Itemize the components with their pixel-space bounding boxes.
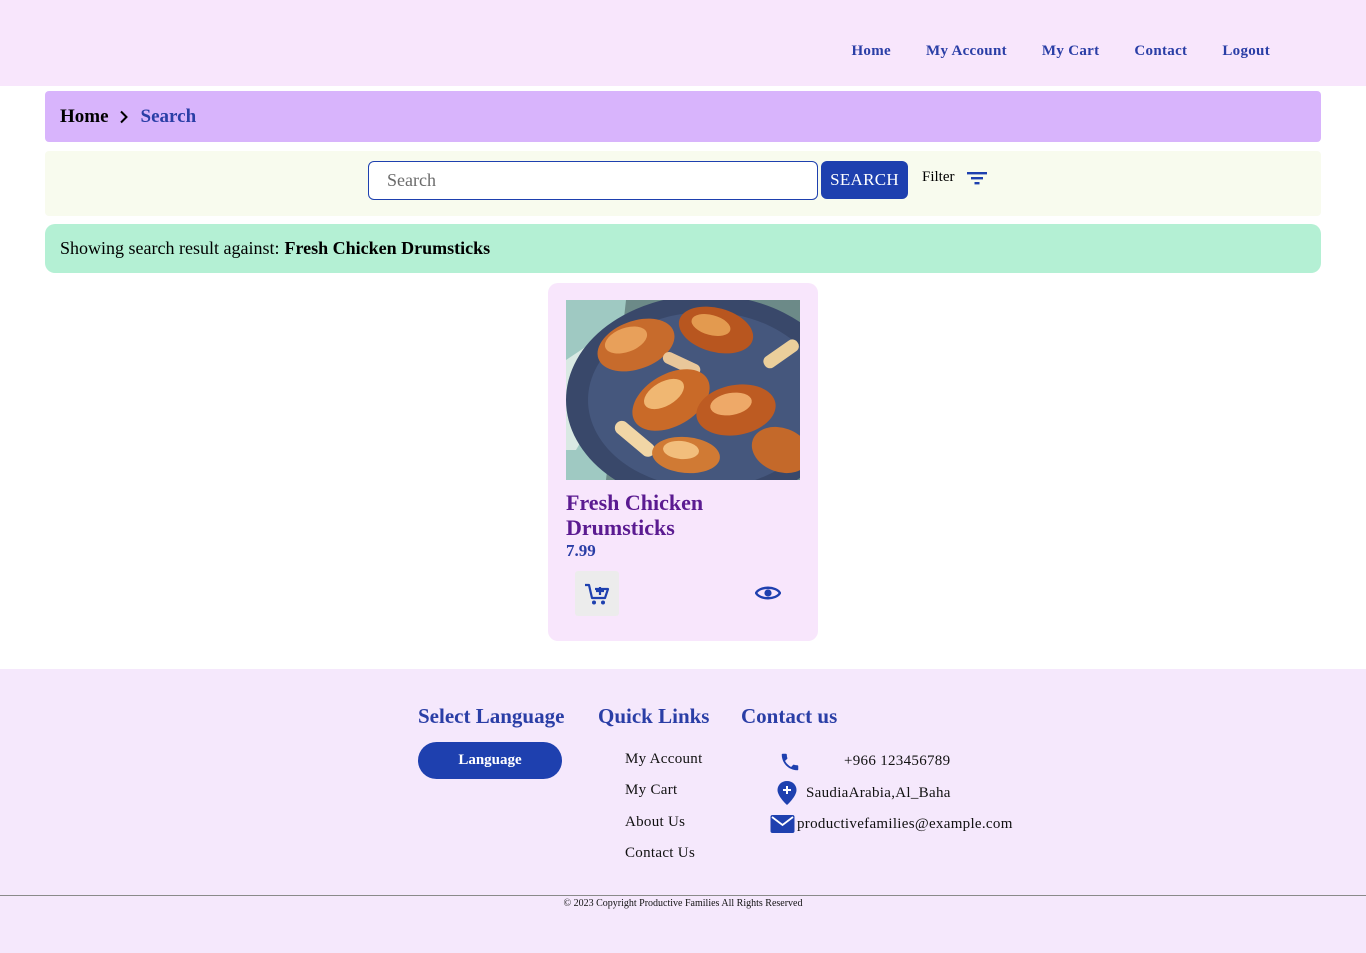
search-input[interactable] [368, 161, 818, 200]
nav-home-link[interactable]: Home [851, 43, 891, 60]
breadcrumb: Home Search [45, 91, 1321, 142]
add-to-cart-button[interactable] [575, 571, 619, 616]
result-query: Fresh Chicken Drumsticks [284, 238, 491, 258]
main-nav: Home My Account My Cart Contact Logout [816, 43, 1270, 60]
contact-phone: +966 123456789 [844, 753, 951, 769]
filter-label: Filter [922, 169, 955, 185]
search-panel: SEARCH Filter [45, 151, 1321, 216]
contact-email[interactable]: productivefamilies@example.com [797, 816, 1013, 833]
filter-icon [966, 171, 987, 184]
nav-logout-link[interactable]: Logout [1222, 43, 1270, 60]
nav-my-account-link[interactable]: My Account [926, 43, 1007, 60]
footer-link-my-cart[interactable]: My Cart [625, 782, 678, 799]
contact-us-heading: Contact us [741, 704, 838, 728]
language-button[interactable]: Language [418, 742, 562, 779]
search-result-banner: Showing search result against: Fresh Chi… [45, 224, 1321, 273]
select-language-heading: Select Language [418, 704, 565, 728]
breadcrumb-home-link[interactable]: Home [60, 106, 109, 128]
product-title[interactable]: Fresh Chicken Drumsticks [566, 490, 796, 540]
add-to-cart-icon [585, 583, 610, 604]
footer-link-about-us[interactable]: About Us [625, 814, 685, 831]
footer-link-my-account[interactable]: My Account [625, 751, 703, 768]
product-price: 7.99 [566, 541, 596, 560]
footer-link-contact-us[interactable]: Contact Us [625, 845, 695, 862]
location-pin-icon [775, 780, 799, 806]
chevron-right-icon [119, 110, 129, 124]
copyright-text: © 2023 Copyright Productive Families All… [563, 898, 803, 909]
top-header: Home My Account My Cart Contact Logout [0, 0, 1366, 86]
nav-contact-link[interactable]: Contact [1134, 43, 1187, 60]
view-product-button[interactable] [754, 581, 782, 605]
product-image[interactable] [566, 300, 800, 480]
footer: Select Language Language Quick Links My … [0, 669, 1366, 953]
mail-icon [770, 814, 795, 834]
filter-button[interactable]: Filter [922, 169, 987, 186]
breadcrumb-current: Search [140, 105, 197, 127]
contact-address: SaudiaArabia,Al_Baha [806, 785, 951, 801]
footer-divider [0, 895, 1366, 896]
search-button[interactable]: SEARCH [821, 161, 908, 199]
chicken-drumsticks-photo [566, 300, 800, 480]
phone-icon [778, 750, 802, 774]
nav-my-cart-link[interactable]: My Cart [1042, 43, 1100, 60]
product-card: Fresh Chicken Drumsticks 7.99 [548, 283, 818, 641]
quick-links-heading: Quick Links [598, 704, 710, 728]
result-prefix: Showing search result against: [60, 238, 280, 258]
eye-icon [755, 586, 781, 600]
